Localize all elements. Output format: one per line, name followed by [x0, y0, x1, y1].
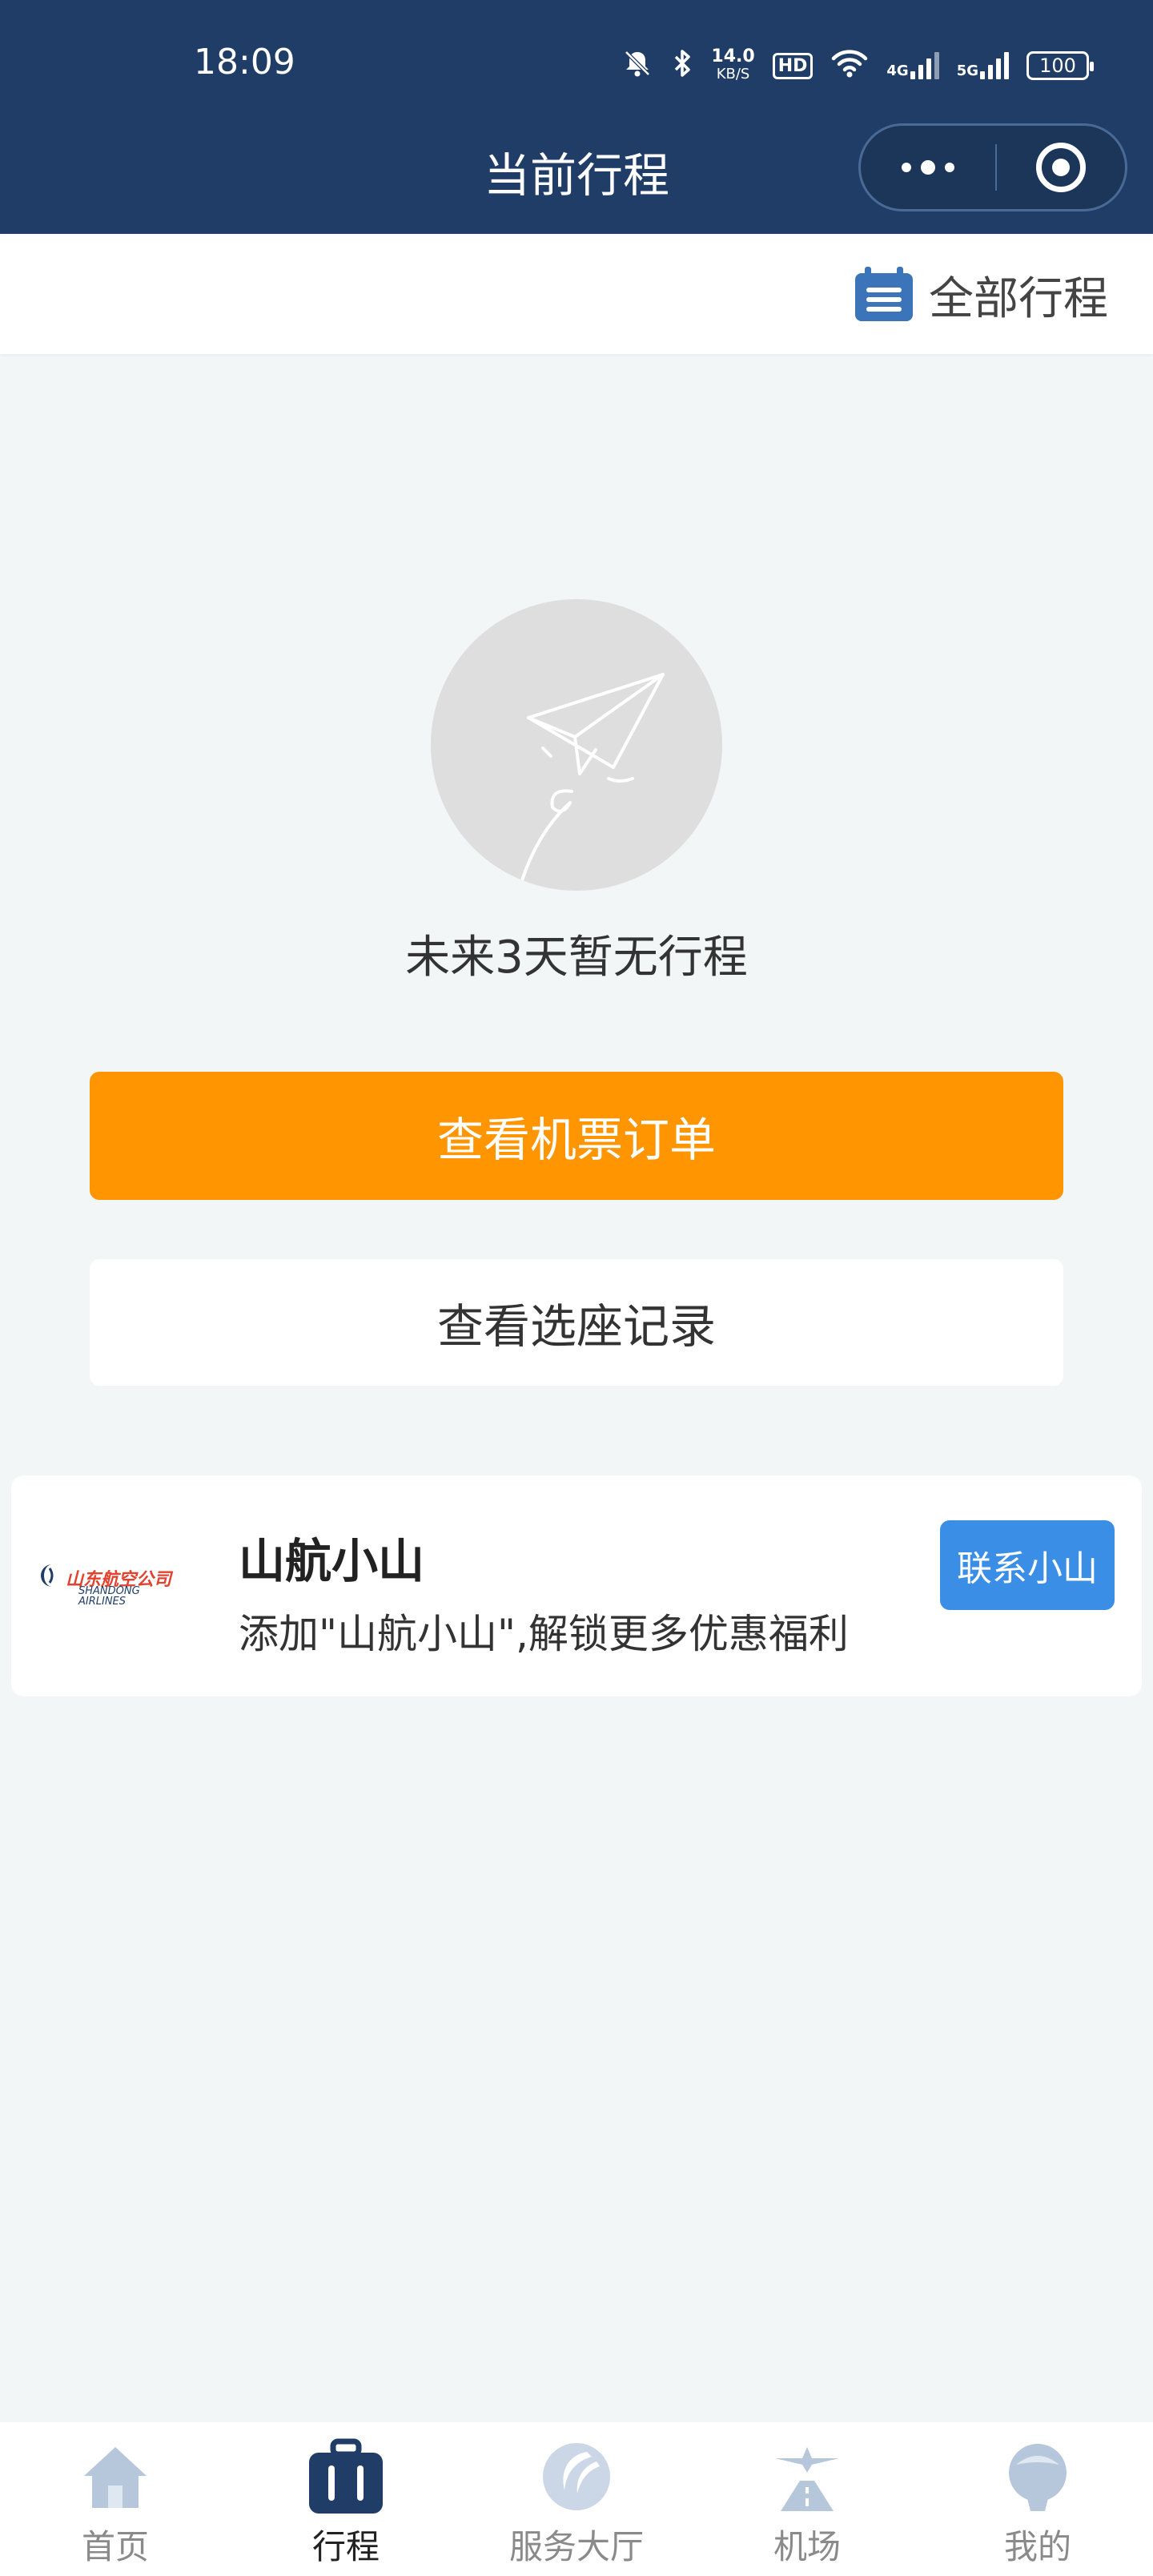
signal-5g-label: 5G	[956, 62, 978, 79]
paper-plane-icon	[517, 673, 665, 891]
target-circle-icon	[1036, 143, 1086, 192]
wifi-icon	[830, 47, 869, 84]
sub-header: 全部行程	[0, 234, 1153, 354]
signal-4g-icon: 4G	[886, 52, 939, 79]
mini-program-capsule	[858, 123, 1127, 211]
more-dot-icon	[945, 163, 954, 172]
hd-voice-icon: HD	[772, 52, 814, 79]
all-trips-label: 全部行程	[929, 272, 1108, 325]
tab-trips[interactable]: 行程	[231, 2422, 461, 2576]
network-speed: 14.0 KB/S	[711, 48, 754, 83]
shandong-airlines-logo: 山东航空公司 SHANDONG AIRLINES	[38, 1562, 175, 1610]
service-hall-icon	[538, 2438, 615, 2515]
contact-xiaoshan-button[interactable]: 联系小山	[940, 1520, 1115, 1610]
tab-airport[interactable]: 机场	[692, 2422, 922, 2576]
airport-icon	[769, 2438, 846, 2515]
tab-home-label: 首页	[81, 2527, 149, 2566]
home-icon	[77, 2438, 154, 2515]
signal-bars	[980, 52, 1009, 79]
logo-english-text: SHANDONG AIRLINES	[78, 1586, 140, 1607]
promo-description: 添加"山航小山",解锁更多优惠福利	[239, 1611, 849, 1657]
all-trips-button[interactable]: 全部行程	[854, 266, 1108, 325]
profile-icon	[999, 2438, 1076, 2515]
logo-english-line2: AIRLINES	[78, 1596, 127, 1608]
suitcase-icon	[307, 2438, 384, 2515]
more-menu-button[interactable]	[861, 126, 995, 209]
network-speed-value: 14.0	[711, 46, 755, 66]
empty-state-message: 未来3天暂无行程	[405, 932, 748, 984]
bluetooth-icon	[671, 47, 693, 84]
mute-bell-icon	[621, 47, 653, 84]
more-dot-icon	[902, 163, 911, 172]
top-navigation-bar: 18:09 14.0 KB/S HD 4G 5G 100 当前行程	[0, 0, 1153, 234]
more-dot-icon	[921, 160, 935, 175]
tab-service-hall[interactable]: 服务大厅	[461, 2422, 692, 2576]
tab-home[interactable]: 首页	[0, 2422, 231, 2576]
tab-airport-label: 机场	[773, 2527, 841, 2566]
status-time: 18:09	[194, 42, 295, 83]
bottom-tab-bar: 首页 行程 服务大厅 机场 我的	[0, 2422, 1153, 2576]
tab-trips-label: 行程	[311, 2527, 380, 2566]
calendar-icon	[854, 267, 914, 323]
signal-4g-label: 4G	[886, 62, 909, 79]
signal-bars	[910, 52, 939, 79]
signal-5g-icon: 5G	[957, 52, 1009, 79]
close-mini-program-button[interactable]	[997, 126, 1125, 209]
tab-mine[interactable]: 我的	[922, 2422, 1153, 2576]
promo-card: 山东航空公司 SHANDONG AIRLINES 山航小山 添加"山航小山",解…	[11, 1475, 1142, 1697]
view-seat-records-button[interactable]: 查看选座记录	[90, 1259, 1063, 1386]
tab-service-hall-label: 服务大厅	[508, 2527, 644, 2566]
status-icons: 14.0 KB/S HD 4G 5G 100	[621, 42, 1094, 90]
view-ticket-orders-button[interactable]: 查看机票订单	[90, 1072, 1063, 1200]
paper-plane-illustration	[431, 599, 722, 891]
promo-title: 山航小山	[239, 1534, 425, 1588]
battery-icon: 100	[1026, 51, 1094, 80]
airline-emblem-icon	[41, 1564, 54, 1587]
network-speed-unit: KB/S	[716, 66, 750, 83]
tab-mine-label: 我的	[1003, 2527, 1071, 2566]
